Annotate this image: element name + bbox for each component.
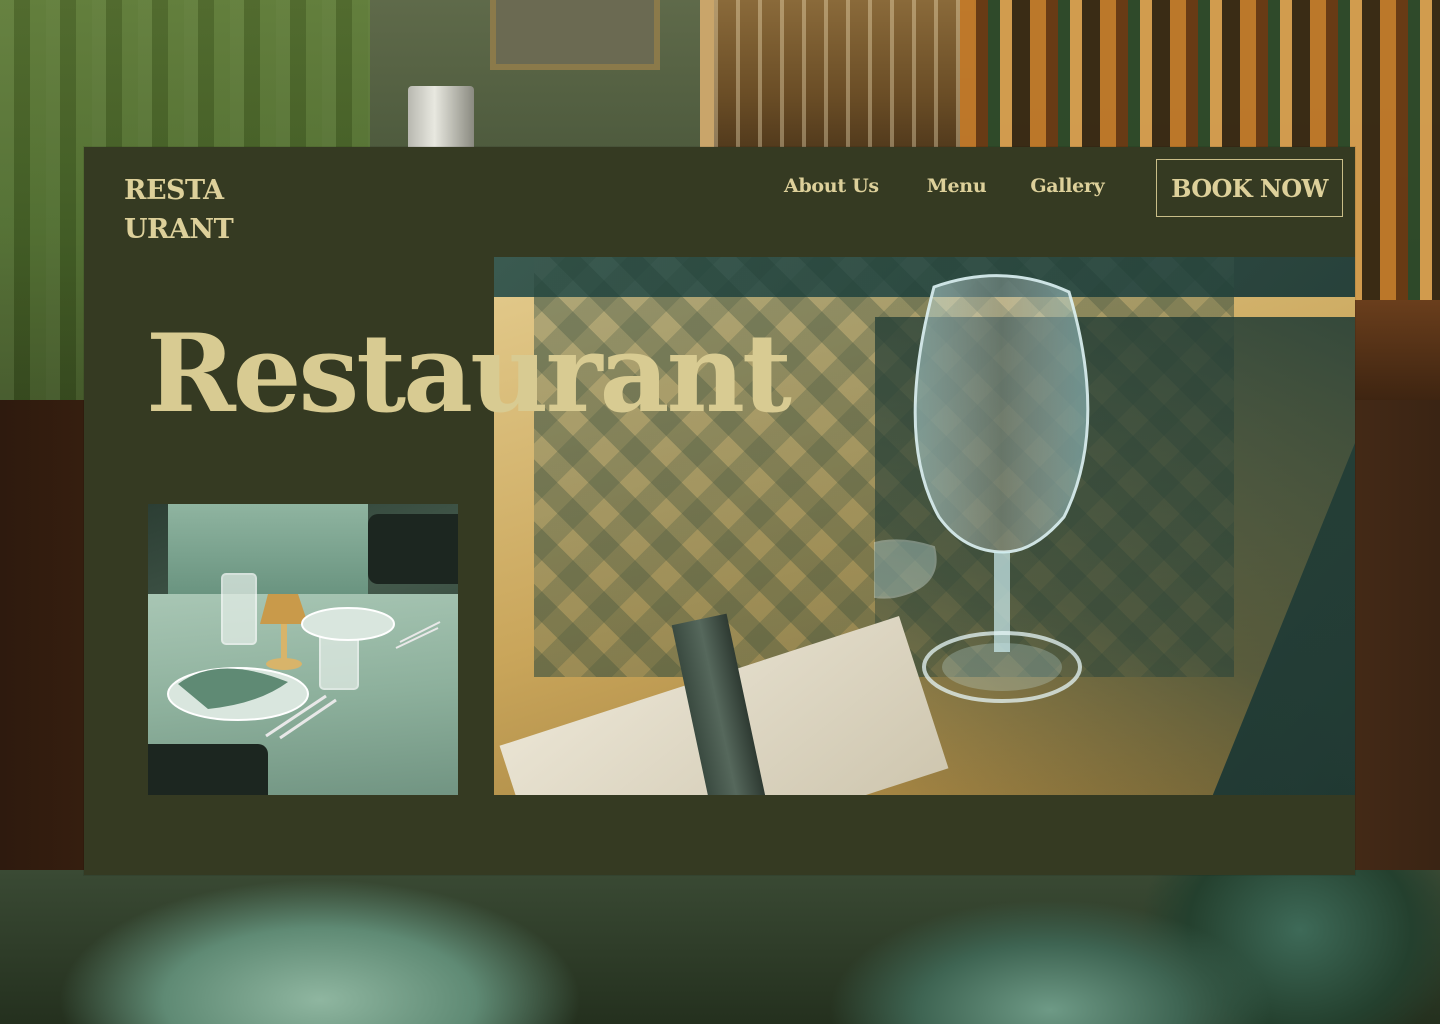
wine-glass-icon	[874, 274, 1090, 703]
dining-area	[0, 870, 1440, 1024]
page-title: Restaurant	[146, 311, 792, 437]
wall-frame	[490, 0, 660, 70]
nav-menu[interactable]: Menu	[927, 175, 987, 197]
logo-line-1: RESTA	[124, 175, 224, 206]
book-now-button[interactable]: BOOK NOW	[1156, 159, 1343, 217]
logo[interactable]: RESTA URANT	[124, 171, 234, 249]
pitcher	[408, 86, 474, 156]
logo-line-2: URANT	[124, 214, 234, 245]
nav-about-us[interactable]: About Us	[784, 175, 879, 197]
main-nav: About Us Menu Gallery	[784, 175, 1105, 197]
nav-gallery[interactable]: Gallery	[1030, 175, 1104, 197]
hero-card: RESTA URANT About Us Menu Gallery BOOK N…	[84, 147, 1355, 875]
secondary-image	[148, 504, 458, 795]
glass-shelf	[700, 0, 974, 160]
table-setting-icon	[167, 573, 441, 740]
